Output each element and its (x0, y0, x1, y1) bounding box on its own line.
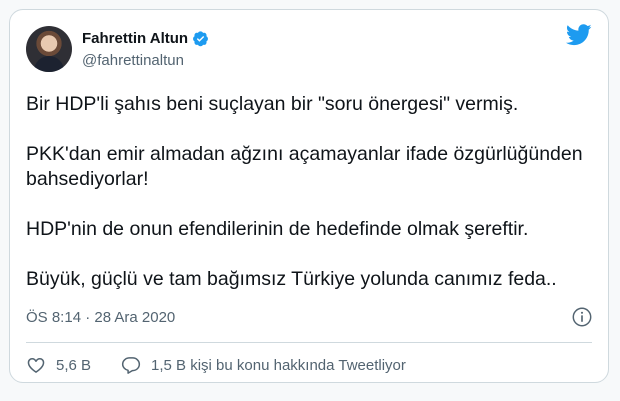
discussion-label: 1,5 B kişi bu konu hakkında Tweetliyor (151, 356, 406, 374)
author-name-row: Fahrettin Altun (82, 30, 209, 47)
tweet-timestamp[interactable]: ÖS 8:14 · 28 Ara 2020 (26, 309, 175, 326)
tweet-paragraph: HDP'nin de onun efendilerinin de hedefin… (26, 218, 529, 240)
like-count: 5,6 B (56, 356, 92, 374)
like-button[interactable]: 5,6 B (26, 355, 91, 375)
tweet-card[interactable]: Fahrettin Altun @fahrettinaltun Bir HDP'… (9, 9, 609, 383)
twitter-bird-icon[interactable] (566, 24, 592, 46)
tweet-paragraph: PKK'dan emir almadan ağzını açamayanlar … (26, 143, 583, 190)
tweet-paragraph: Bir HDP'li şahıs beni suçlayan bir "soru… (26, 93, 519, 115)
avatar[interactable] (26, 26, 72, 72)
tweet-text: Bir HDP'li şahıs beni suçlayan bir "soru… (26, 92, 596, 317)
discussion-button[interactable]: 1,5 B kişi bu konu hakkında Tweetliyor (121, 355, 406, 375)
tweet-paragraph: Büyük, güçlü ve tam bağımsız Türkiye yol… (26, 268, 557, 290)
heart-icon (27, 358, 45, 373)
verified-badge-icon (193, 31, 209, 47)
author-display-name[interactable]: Fahrettin Altun (82, 30, 188, 47)
divider (26, 342, 592, 343)
info-icon[interactable] (571, 306, 593, 328)
tweet-actions: 5,6 B 1,5 B kişi bu konu hakkında Tweetl… (26, 355, 406, 375)
author-handle[interactable]: @fahrettinaltun (82, 52, 184, 69)
speech-bubble-icon (121, 357, 141, 374)
